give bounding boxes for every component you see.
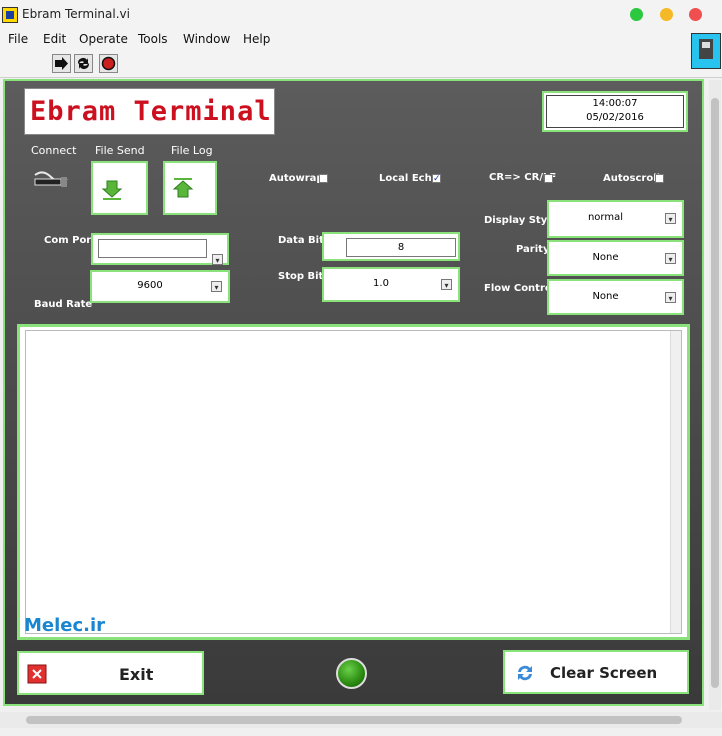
local-echo-label: Local Echo bbox=[379, 173, 439, 184]
run-arrow-icon bbox=[55, 57, 68, 70]
data-bits-value[interactable]: 8 bbox=[346, 238, 456, 257]
stop-bits-value: 1.0 bbox=[373, 278, 389, 289]
stop-bits-dropdown-arrow-icon[interactable]: ▾ bbox=[441, 279, 452, 290]
horizontal-scroll-thumb[interactable] bbox=[26, 716, 682, 724]
exit-label: Exit bbox=[119, 665, 154, 684]
parity-select[interactable]: None ▾ bbox=[547, 240, 684, 276]
maximize-button[interactable] bbox=[630, 8, 643, 21]
terminal-text-area[interactable] bbox=[25, 330, 682, 634]
download-arrow-icon bbox=[101, 180, 123, 200]
connect-toggle[interactable] bbox=[31, 165, 71, 191]
terminal-display[interactable] bbox=[17, 324, 690, 640]
date-display: 05/02/2016 bbox=[586, 112, 644, 123]
time-display: 14:00:07 bbox=[592, 98, 638, 109]
file-log-label: File Log bbox=[171, 144, 213, 157]
com-port-select[interactable]: ▾ bbox=[91, 233, 229, 265]
file-send-button[interactable] bbox=[91, 161, 148, 215]
com-port-dropdown-arrow-icon[interactable]: ▾ bbox=[212, 254, 223, 265]
local-echo-checkbox[interactable]: ✓ bbox=[432, 174, 441, 184]
display-style-dropdown-arrow-icon[interactable]: ▾ bbox=[665, 213, 676, 224]
run-continuously-button[interactable] bbox=[74, 54, 93, 73]
run-button[interactable] bbox=[52, 54, 71, 73]
baud-rate-dropdown-arrow-icon[interactable]: ▾ bbox=[211, 281, 222, 292]
display-style-select[interactable]: normal ▾ bbox=[547, 200, 684, 238]
labview-app-icon bbox=[2, 7, 18, 23]
refresh-icon bbox=[518, 665, 532, 681]
autowrap-label: Autowrap bbox=[269, 173, 324, 184]
parity-value: None bbox=[592, 252, 619, 263]
menu-bar: File Edit Operate Tools Window Help bbox=[0, 30, 722, 50]
window-title: Ebram Terminal.vi bbox=[22, 7, 130, 21]
flow-control-dropdown-arrow-icon[interactable]: ▾ bbox=[665, 292, 676, 303]
flow-control-label: Flow Control bbox=[484, 283, 556, 294]
toolbar bbox=[0, 50, 722, 78]
display-style-value: normal bbox=[587, 212, 624, 223]
menu-file[interactable]: File bbox=[8, 32, 28, 46]
connect-label: Connect bbox=[31, 144, 77, 157]
window-vertical-scrollbar[interactable] bbox=[709, 80, 721, 710]
flow-control-value: None bbox=[592, 291, 619, 302]
status-led-indicator bbox=[336, 658, 367, 689]
run-continuously-icon bbox=[78, 58, 89, 69]
com-port-value bbox=[98, 239, 207, 258]
baud-rate-value: 9600 bbox=[137, 280, 163, 291]
menu-window[interactable]: Window bbox=[183, 32, 230, 46]
stop-bits-select[interactable]: 1.0 ▾ bbox=[322, 267, 460, 302]
vi-connector-icon bbox=[691, 33, 721, 69]
exit-button[interactable]: Exit bbox=[17, 651, 204, 695]
abort-stop-icon bbox=[101, 56, 116, 71]
parity-label: Parity bbox=[516, 244, 550, 255]
autoscroll-label: Autoscroll bbox=[603, 173, 661, 184]
watermark-text: Melec.ir bbox=[24, 615, 106, 636]
terminal-scrollbar[interactable] bbox=[670, 331, 681, 633]
file-send-label: File Send bbox=[95, 144, 145, 157]
upload-arrow-icon bbox=[172, 178, 194, 198]
minimize-button[interactable] bbox=[660, 8, 673, 21]
abort-button[interactable] bbox=[99, 54, 118, 73]
window-horizontal-scrollbar[interactable] bbox=[0, 712, 722, 728]
parity-dropdown-arrow-icon[interactable]: ▾ bbox=[665, 253, 676, 264]
baud-rate-select[interactable]: 9600 ▾ bbox=[90, 270, 230, 303]
file-log-button[interactable] bbox=[163, 161, 217, 215]
menu-tools[interactable]: Tools bbox=[138, 32, 168, 46]
menu-edit[interactable]: Edit bbox=[43, 32, 66, 46]
app-title-box: Ebram Terminal bbox=[24, 88, 275, 135]
datetime-display: 14:00:07 05/02/2016 bbox=[542, 91, 688, 132]
crlf-checkbox[interactable] bbox=[544, 174, 553, 183]
autoscroll-checkbox[interactable] bbox=[655, 174, 664, 183]
data-bits-field[interactable]: 8 bbox=[322, 232, 460, 261]
close-button[interactable] bbox=[689, 8, 702, 21]
exit-x-icon bbox=[27, 664, 47, 684]
flow-control-select[interactable]: None ▾ bbox=[547, 279, 684, 315]
vertical-scroll-thumb[interactable] bbox=[711, 98, 719, 688]
baud-rate-label: Baud Rate bbox=[34, 299, 93, 310]
clear-screen-button[interactable]: Clear Screen bbox=[503, 650, 689, 694]
menu-help[interactable]: Help bbox=[243, 32, 270, 46]
clear-screen-label: Clear Screen bbox=[550, 664, 658, 682]
autowrap-checkbox[interactable] bbox=[319, 174, 328, 183]
title-bar: Ebram Terminal.vi bbox=[0, 0, 722, 31]
menu-operate[interactable]: Operate bbox=[79, 32, 128, 46]
com-port-label: Com Port bbox=[44, 235, 97, 246]
